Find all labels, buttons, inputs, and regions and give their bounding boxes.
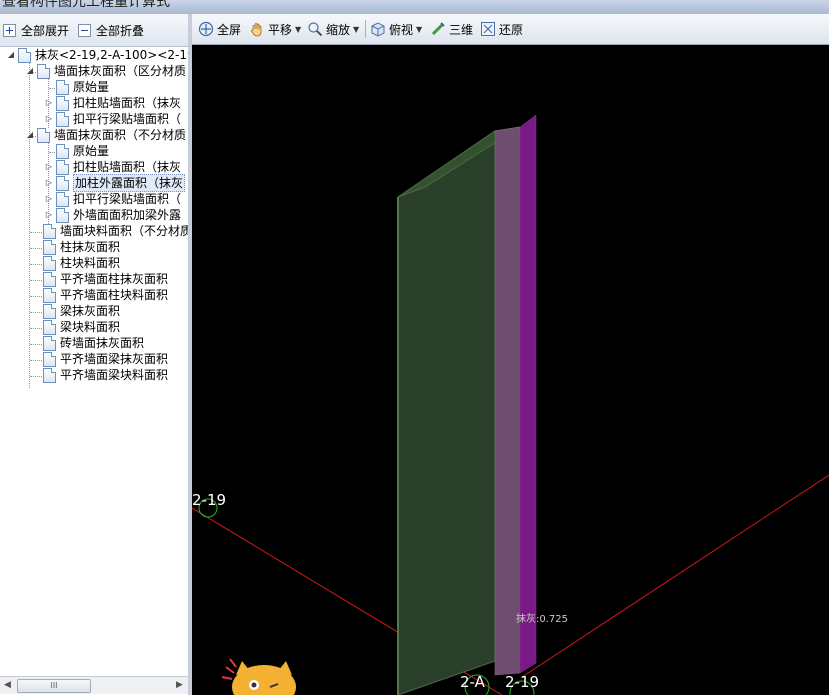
restore-button[interactable]: 还原 [480, 18, 523, 40]
top-view-button[interactable]: 俯视 ▼ [370, 18, 422, 40]
tree-item[interactable]: ▷ 扣平行梁贴墙面积（ [44, 191, 181, 207]
document-icon [56, 111, 69, 127]
plaster-quantity-label: 抹灰:0.725 [516, 614, 568, 625]
document-icon [18, 47, 31, 63]
expand-arrow-icon[interactable]: ▷ [44, 111, 54, 127]
document-icon [56, 95, 69, 111]
toolbar-separator [365, 20, 366, 38]
document-icon [43, 303, 56, 319]
document-icon [56, 79, 69, 95]
document-icon [43, 271, 56, 287]
document-icon [43, 223, 56, 239]
3d-viewport[interactable]: 2-19 2-A 2-19 抹灰:0.725 [192, 45, 829, 695]
document-icon [56, 207, 69, 223]
scroll-left-icon[interactable]: ◀ [4, 680, 11, 690]
collapse-all-label: 全部折叠 [96, 23, 145, 38]
expand-arrow-icon[interactable]: ▷ [44, 191, 54, 207]
tree-item-selected[interactable]: ▷ 加柱外露面积（抹灰 [44, 174, 186, 192]
document-icon [43, 255, 56, 271]
tree-item[interactable]: ▷ 扣平行梁贴墙面积（ [44, 111, 181, 127]
tree-item[interactable]: 原始量 [56, 79, 109, 95]
fullscreen-icon [198, 21, 214, 37]
document-icon [37, 127, 50, 143]
tree-item[interactable]: 梁块料面积 [43, 319, 120, 335]
top-view-icon [371, 22, 385, 37]
axis-line [521, 474, 829, 678]
magenta-face[interactable] [519, 114, 537, 674]
collapse-arrow-icon[interactable]: ◢ [6, 47, 16, 63]
3d-scene[interactable] [192, 45, 829, 695]
tree-item[interactable]: 原始量 [56, 143, 109, 159]
tree-item[interactable]: ▷ 扣柱贴墙面积（抹灰 [44, 159, 181, 175]
tree-item[interactable]: 砖墙面抹灰面积 [43, 335, 144, 351]
window-title: 查看构件图元工程量计算式 [2, 0, 170, 10]
document-icon [56, 143, 69, 159]
tree-item[interactable]: 平齐墙面柱抹灰面积 [43, 271, 168, 287]
document-icon [43, 351, 56, 367]
tree-item[interactable]: 柱抹灰面积 [43, 239, 120, 255]
3d-button[interactable]: 三维 [430, 18, 473, 40]
dropdown-arrow-icon[interactable]: ▼ [295, 25, 301, 34]
pan-icon [251, 23, 262, 37]
document-icon [43, 335, 56, 351]
tree-root-label: 抹灰<2-19,2-A-100><2-19- [35, 48, 188, 62]
tree-item[interactable]: 平齐墙面柱块料面积 [43, 287, 168, 303]
plus-icon [3, 23, 16, 37]
document-icon [43, 319, 56, 335]
tree-item[interactable]: ▷ 外墙面面积加梁外露 [44, 207, 181, 223]
document-icon [43, 239, 56, 255]
mascot-icon[interactable] [221, 658, 296, 695]
axis-label-b: 2-19 [505, 673, 540, 691]
tree-item[interactable]: ◢ 墙面抹灰面积（不分材质 [25, 127, 186, 143]
collapse-all-button[interactable]: 全部折叠 [78, 18, 144, 42]
document-icon [56, 159, 69, 175]
expand-arrow-icon[interactable]: ▷ [44, 207, 54, 223]
left-panel: 全部展开 全部折叠 ◢ 抹灰<2-19,2-A-100><2-19- ◢ 墙面抹… [0, 14, 189, 695]
expand-arrow-icon[interactable]: ▷ [44, 175, 54, 191]
tree-item[interactable]: 梁抹灰面积 [43, 303, 120, 319]
expand-all-label: 全部展开 [21, 23, 70, 38]
tree-item[interactable]: 柱块料面积 [43, 255, 120, 271]
document-icon [43, 287, 56, 303]
collapse-arrow-icon[interactable]: ◢ [25, 127, 35, 143]
minus-icon [78, 23, 91, 37]
dropdown-arrow-icon[interactable]: ▼ [416, 25, 422, 34]
pan-button[interactable]: 平移 ▼ [249, 18, 301, 40]
calculation-tree: ◢ 抹灰<2-19,2-A-100><2-19- ◢ 墙面抹灰面积（区分材质 原… [0, 47, 188, 675]
tree-item[interactable]: 平齐墙面梁块料面积 [43, 367, 168, 383]
document-icon [56, 175, 69, 191]
wall-face[interactable] [397, 130, 496, 695]
expand-arrow-icon[interactable]: ▷ [44, 159, 54, 175]
tree-line [29, 60, 30, 388]
tree-item[interactable]: ▷ 扣柱贴墙面积（抹灰 [44, 95, 181, 111]
axis-label-left: 2-19 [192, 491, 227, 509]
collapse-arrow-icon[interactable]: ◢ [25, 63, 35, 79]
axis-label-a: 2-A [460, 673, 485, 691]
left-toolbar: 全部展开 全部折叠 [0, 14, 188, 47]
fullscreen-button[interactable]: 全屏 [198, 18, 241, 40]
scroll-right-icon[interactable]: ▶ [176, 680, 183, 690]
document-icon [56, 191, 69, 207]
title-bar: 查看构件图元工程量计算式 [0, 0, 829, 14]
zoom-icon [308, 22, 323, 37]
tree-item[interactable]: 墙面块料面积（不分材质 [43, 223, 188, 239]
expand-all-button[interactable]: 全部展开 [3, 18, 69, 42]
plaster-face[interactable] [494, 126, 521, 676]
view-toolbar: 全屏 平移 ▼ 缩放 ▼ 俯视 ▼ 三维 还原 [192, 14, 829, 45]
document-icon [37, 63, 50, 79]
tree-item[interactable]: ◢ 墙面抹灰面积（区分材质 [25, 63, 186, 79]
dropdown-arrow-icon[interactable]: ▼ [353, 25, 359, 34]
zoom-button[interactable]: 缩放 ▼ [307, 18, 359, 40]
document-icon [43, 367, 56, 383]
3d-icon [431, 22, 445, 36]
tree-item[interactable]: 平齐墙面梁抹灰面积 [43, 351, 168, 367]
expand-arrow-icon[interactable]: ▷ [44, 95, 54, 111]
scroll-thumb[interactable]: III [17, 679, 91, 693]
tree-root[interactable]: ◢ 抹灰<2-19,2-A-100><2-19- [6, 47, 188, 63]
restore-icon [481, 22, 495, 36]
horizontal-scrollbar[interactable]: ◀ III ▶ [0, 676, 188, 694]
